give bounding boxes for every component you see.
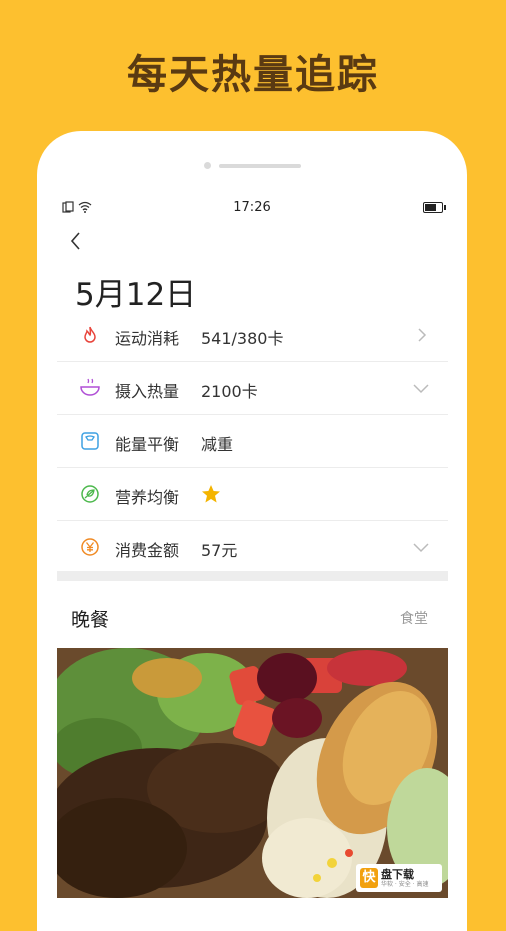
row-value: 减重: [201, 435, 234, 454]
food-image: [57, 648, 448, 898]
row-value: 2100卡: [201, 382, 258, 401]
back-arrow-icon[interactable]: [67, 229, 87, 253]
row-label: 消费金额: [115, 541, 180, 560]
status-bar: 17:26: [37, 200, 467, 215]
row-label: 营养均衡: [115, 488, 180, 507]
phone-frame: 17:26 5月12日 运动消耗 541/380卡 摄入热量 2100卡 能量平…: [37, 131, 467, 931]
watermark-badge: 快 盘下载 华软 · 安全 · 高速: [356, 864, 442, 892]
battery-icon: [423, 202, 446, 213]
watermark-text: 盘下载 华软 · 安全 · 高速: [381, 867, 429, 888]
watermark-logo: 快: [360, 868, 378, 888]
row-value: 57元: [201, 541, 238, 560]
row-spending[interactable]: 消费金额 57元: [57, 521, 448, 573]
page-title-date: 5月12日: [75, 277, 197, 313]
speaker-bar: [219, 164, 301, 168]
chevron-down-icon: [413, 384, 429, 394]
bowl-icon: [79, 377, 101, 399]
section-divider: [57, 571, 448, 581]
flame-icon: [79, 324, 101, 346]
yen-icon: [79, 536, 101, 558]
watermark-tagline: 华软 · 安全 · 高速: [381, 880, 429, 888]
row-energy-balance[interactable]: 能量平衡 减重: [57, 415, 448, 468]
star-icon: [202, 485, 220, 503]
row-nutrition[interactable]: 营养均衡: [57, 468, 448, 521]
status-time: 17:26: [233, 200, 271, 215]
row-label: 摄入热量: [115, 382, 180, 401]
row-label: 运动消耗: [115, 329, 180, 348]
leaf-icon: [79, 483, 101, 505]
meal-photo[interactable]: 快 盘下载 华软 · 安全 · 高速: [57, 648, 448, 898]
row-value: 541/380卡: [201, 329, 284, 348]
row-label: 能量平衡: [115, 435, 180, 454]
chevron-right-icon: [418, 328, 427, 342]
camera-dot: [204, 162, 211, 169]
summary-list: 运动消耗 541/380卡 摄入热量 2100卡 能量平衡 减重 营养均衡 消费…: [57, 309, 448, 573]
row-exercise[interactable]: 运动消耗 541/380卡: [57, 309, 448, 362]
banner-headline: 每天热量追踪: [127, 52, 379, 98]
meal-title: 晚餐: [71, 609, 110, 631]
watermark-name: 盘下载: [381, 867, 414, 881]
row-intake[interactable]: 摄入热量 2100卡: [57, 362, 448, 415]
scale-icon: [79, 430, 101, 452]
chevron-down-icon: [413, 543, 429, 553]
star-rating: [201, 484, 221, 508]
meal-place[interactable]: 食堂: [400, 608, 428, 628]
